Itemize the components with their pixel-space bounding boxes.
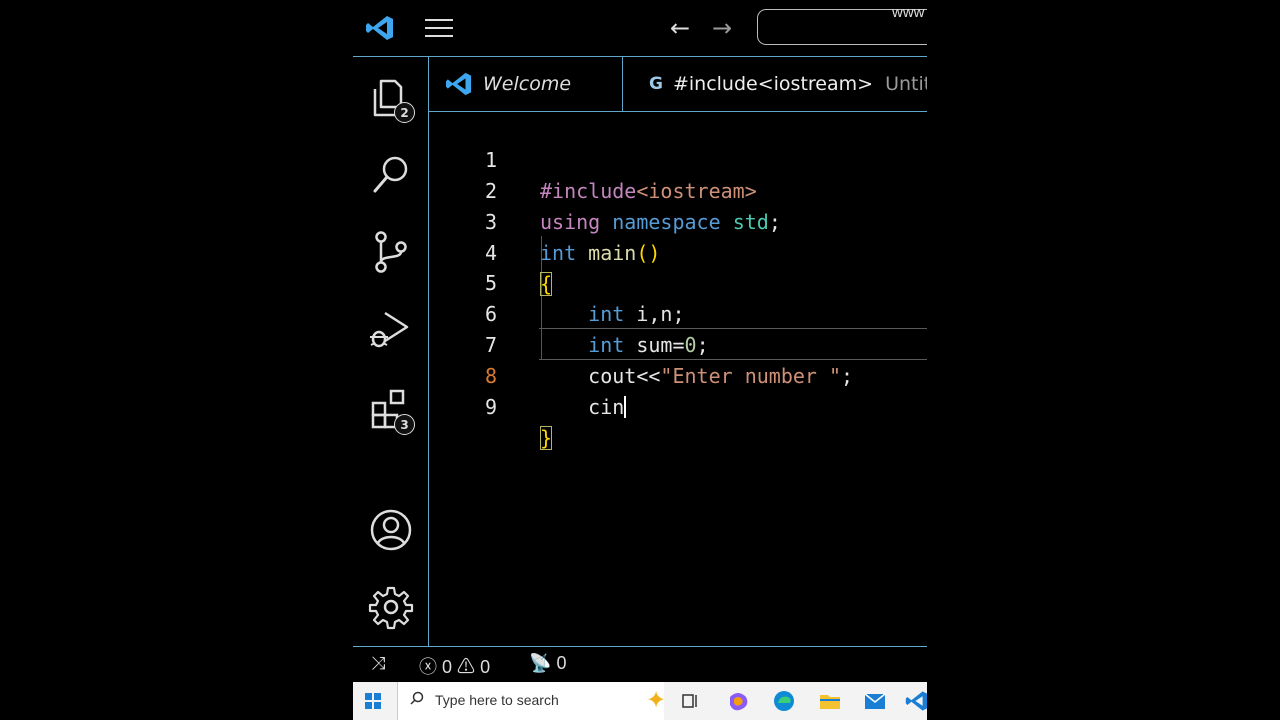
run-debug-button[interactable] (367, 307, 415, 355)
code-line: 3 int main() (429, 176, 927, 265)
copilot-icon[interactable] (726, 689, 750, 713)
title-bar: ← → www (353, 0, 927, 56)
manage-button[interactable] (367, 583, 415, 631)
warning-icon: ⚠ (457, 657, 476, 677)
search-text: www (892, 4, 925, 21)
code-line: 7 cout<<"Enter number "; (429, 299, 927, 388)
editor-tabs: Welcome G #include<iostream> Untitle (429, 56, 927, 112)
code-line: 9 } (429, 361, 927, 450)
ports-indicator[interactable]: 📡 0 (529, 653, 566, 674)
search-button[interactable] (367, 151, 415, 199)
line-number: 9 (484, 395, 497, 419)
explorer-badge: 2 (394, 102, 415, 123)
ports-count: 0 (556, 653, 567, 673)
mail-icon[interactable] (863, 689, 887, 713)
code-line: 5 int i,n; (429, 237, 927, 326)
task-view-icon[interactable] (679, 689, 703, 713)
vscode-logo-icon (446, 72, 472, 96)
command-center-search[interactable]: www (757, 4, 927, 45)
file-explorer-icon[interactable] (818, 689, 842, 713)
forward-arrow-icon[interactable]: → (709, 14, 735, 42)
taskbar-search-placeholder: Type here to search (435, 692, 559, 708)
extensions-badge: 3 (394, 414, 415, 435)
hamburger-menu-icon[interactable] (425, 19, 453, 37)
remote-indicator-icon[interactable]: ⤨ (371, 653, 385, 674)
gear-icon (368, 586, 414, 630)
edge-browser-icon[interactable] (772, 689, 796, 713)
account-icon (370, 509, 412, 551)
vscode-taskbar-icon[interactable] (905, 689, 927, 713)
code-text: } (540, 426, 553, 450)
vscode-logo-icon (366, 16, 393, 40)
run-debug-icon (370, 311, 409, 348)
code-line: 6 int sum=0; (429, 268, 927, 357)
vscode-window: ← → www 2 3 Welcome G #include<iostream>… (353, 0, 927, 720)
broadcast-icon: 📡 (529, 653, 552, 673)
tab-file-label: #include<iostream> (672, 73, 874, 95)
source-control-button[interactable] (367, 229, 415, 277)
text-cursor (624, 396, 627, 418)
sparkle-icon: ✦ (646, 686, 667, 714)
windows-start-icon[interactable] (365, 693, 381, 709)
search-icon (410, 691, 424, 705)
status-bar: ⤨ ⓧ 0 ⚠ 0 📡 0 (353, 646, 927, 682)
tab-welcome[interactable]: Welcome (429, 57, 623, 111)
cpp-file-icon: G (649, 74, 663, 94)
code-line: 1 #include<iostream> (429, 114, 927, 203)
tab-file-description: Untitle (885, 73, 927, 95)
explorer-button[interactable]: 2 (367, 75, 415, 123)
tab-untitled[interactable]: G #include<iostream> Untitle (649, 57, 927, 111)
tab-welcome-label: Welcome (483, 73, 572, 95)
error-count: 0 (442, 657, 453, 677)
code-text: cin (588, 395, 627, 419)
warning-count: 0 (480, 657, 491, 677)
extensions-button[interactable]: 3 (367, 387, 415, 435)
problems-indicator[interactable]: ⓧ 0 ⚠ 0 (419, 653, 490, 679)
code-line-active: 8 cin (429, 330, 927, 419)
accounts-button[interactable] (367, 506, 415, 554)
activity-bar: 2 3 (353, 56, 429, 646)
windows-taskbar: Type here to search ✦ (353, 682, 927, 720)
taskbar-search-box[interactable]: Type here to search ✦ (397, 682, 667, 720)
code-line: 4 { (429, 207, 927, 296)
source-control-icon (375, 231, 407, 273)
back-arrow-icon[interactable]: ← (667, 14, 693, 42)
search-icon (373, 156, 408, 193)
code-editor[interactable]: 1 #include<iostream> 2 using namespace s… (429, 112, 927, 646)
code-line: 2 using namespace std; (429, 145, 927, 234)
error-icon: ⓧ (419, 657, 437, 677)
